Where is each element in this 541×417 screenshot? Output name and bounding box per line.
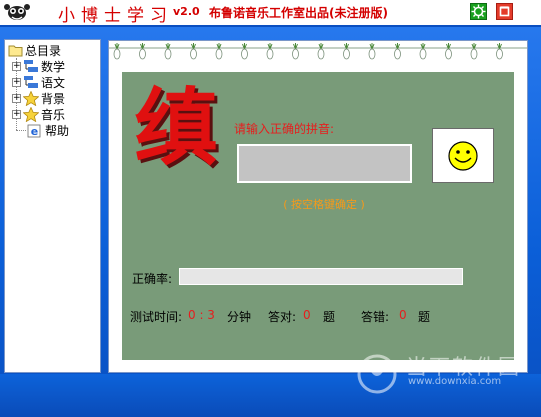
tree-root[interactable]: 总目录 [8,42,61,58]
category-tree: 总目录 + 数学 + 语文 + 背景 + 音乐 e 帮助 [4,39,101,373]
wrong-label: 答错: [361,310,390,324]
folder-icon [8,45,23,56]
correct-count: 0 [303,308,311,322]
watermark-url: www.downxia.com [408,376,502,387]
close-icon [499,6,510,17]
tree-node-icon [24,60,38,72]
app-logo-icon [4,4,30,20]
svg-text:e: e [31,125,38,138]
expand-icon[interactable]: + [12,61,21,71]
app-publisher: 布鲁诺音乐工作室出品(未注册版) [209,6,388,20]
expand-icon[interactable]: + [12,109,21,119]
settings-icon [471,4,486,19]
tree-item-label: 背景 [41,91,66,106]
tree-item-help[interactable]: e 帮助 [27,122,69,138]
quiz-character: 缜 [134,78,219,177]
expand-icon[interactable]: + [12,93,21,103]
app-title: 小博士学习 [58,6,173,26]
test-time-unit: 分钟 [227,310,252,324]
tree-item-background[interactable]: + 背景 [12,90,65,106]
radish-border [109,41,527,63]
confirm-hint: ( 按空格键确定 ) [283,198,365,211]
app-window: 小博士学习 v2.0 布鲁诺音乐工作室出品(未注册版) 总目录 + 数学 + 语… [0,0,541,417]
watermark-logo-icon [357,354,397,394]
star-icon [23,90,39,106]
smiley-icon [448,141,478,171]
tree-item-label: 帮助 [45,123,70,138]
correct-unit: 题 [323,310,336,324]
test-time-label: 测试时间: [130,310,183,324]
star-icon [23,106,39,122]
tree-node-icon [24,76,38,88]
tree-item-math[interactable]: + 数学 [12,58,65,74]
accuracy-label: 正确率: [132,272,173,286]
tree-item-music[interactable]: + 音乐 [12,106,65,122]
ie-help-icon: e [27,124,41,138]
wrong-count: 0 [399,308,407,322]
tree-item-label: 语文 [41,75,66,90]
wrong-unit: 题 [418,310,431,324]
tree-root-label: 总目录 [25,43,62,58]
expand-icon[interactable]: + [12,77,21,87]
app-version: v2.0 [173,5,200,18]
smiley-panel [432,128,494,183]
tree-item-label: 音乐 [41,107,66,122]
pinyin-input[interactable] [237,144,412,183]
settings-button[interactable] [470,3,487,20]
tree-guide-line [16,130,26,131]
test-time-value: 0 : 3 [188,308,215,322]
tree-item-chinese[interactable]: + 语文 [12,74,65,90]
pinyin-prompt: 请输入正确的拼音: [234,122,335,136]
close-button[interactable] [496,3,513,20]
title-bar: 小博士学习 v2.0 布鲁诺音乐工作室出品(未注册版) [0,0,541,27]
accuracy-bar [179,268,463,285]
tree-item-label: 数学 [41,59,66,74]
correct-label: 答对: [268,310,297,324]
